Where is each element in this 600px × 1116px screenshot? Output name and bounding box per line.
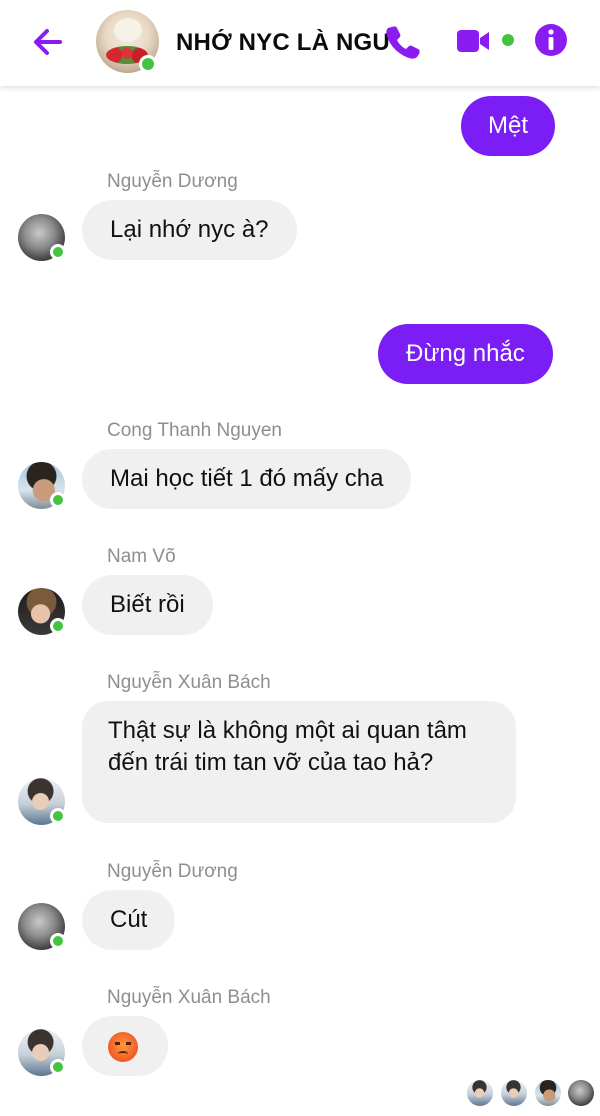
seen-by-avatar[interactable] <box>467 1080 493 1106</box>
message-text: Biết rồi <box>110 591 185 618</box>
online-indicator <box>50 244 66 260</box>
message-bubble-outgoing[interactable]: Đừng nhắc <box>378 324 553 384</box>
avatar-face <box>114 18 142 42</box>
info-icon[interactable] <box>534 23 568 57</box>
message-text: Thật sự là không một ai quan tâm đến trá… <box>108 717 467 776</box>
message-text: Đừng nhắc <box>406 340 525 367</box>
chat-title[interactable]: NHỚ NYC LÀ NGU <box>176 29 398 57</box>
video-active-dot <box>502 34 514 46</box>
online-indicator <box>139 55 157 73</box>
online-indicator <box>50 933 66 949</box>
message-bubble-incoming[interactable]: Mai học tiết 1 đó mấy cha <box>82 449 412 509</box>
arrow-left-icon[interactable] <box>28 22 68 62</box>
seen-by-avatar[interactable] <box>568 1080 594 1106</box>
sender-name: Cong Thanh Nguyen <box>107 420 282 441</box>
message-text: Cút <box>110 906 148 933</box>
seen-by-avatar[interactable] <box>501 1080 527 1106</box>
sender-name: Nam Võ <box>107 546 176 567</box>
phone-icon[interactable] <box>384 22 422 60</box>
message-bubble-incoming[interactable] <box>82 1016 168 1076</box>
online-indicator <box>50 492 66 508</box>
online-indicator <box>50 1059 66 1075</box>
online-indicator <box>50 618 66 634</box>
video-camera-icon[interactable] <box>456 27 490 55</box>
message-bubble-outgoing[interactable]: Mệt <box>461 96 556 156</box>
message-text: Mệt <box>488 112 529 139</box>
chat-header: NHỚ NYC LÀ NGU <box>0 0 600 86</box>
sender-name: Nguyễn Dương <box>107 861 238 882</box>
message-bubble-incoming[interactable]: Thật sự là không một ai quan tâm đến trá… <box>82 701 516 823</box>
angry-face-emoji-icon <box>108 1031 138 1062</box>
sender-name: Nguyễn Xuân Bách <box>107 672 271 693</box>
sender-name: Nguyễn Xuân Bách <box>107 987 271 1008</box>
message-bubble-incoming[interactable]: Cút <box>82 890 176 950</box>
message-text: Lại nhớ nyc à? <box>110 216 269 243</box>
message-bubble-incoming[interactable]: Biết rồi <box>82 575 213 635</box>
online-indicator <box>50 808 66 824</box>
seen-by-avatar[interactable] <box>535 1080 561 1106</box>
message-bubble-incoming[interactable]: Lại nhớ nyc à? <box>82 200 297 260</box>
sender-name: Nguyễn Dương <box>107 171 238 192</box>
message-text: Mai học tiết 1 đó mấy cha <box>110 465 384 492</box>
